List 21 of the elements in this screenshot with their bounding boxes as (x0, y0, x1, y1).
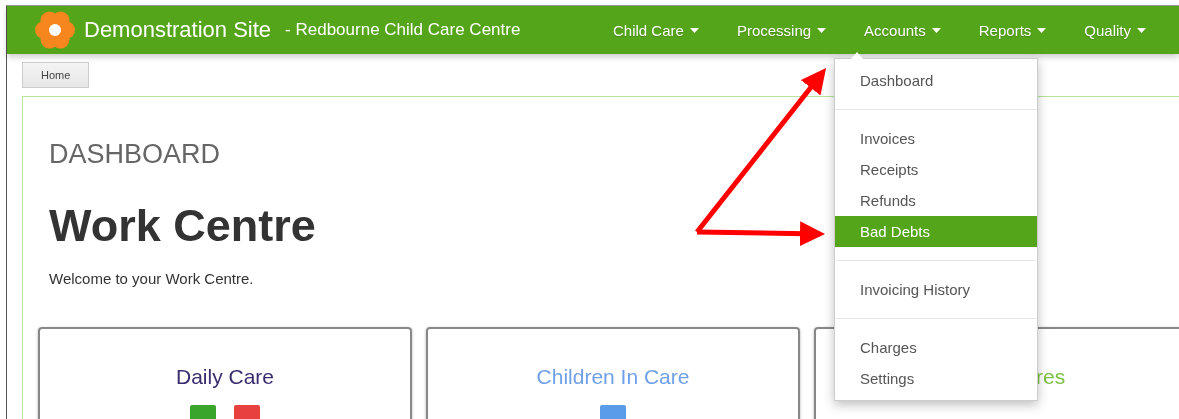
caret-icon (1137, 27, 1146, 33)
card-title: Daily Care (176, 365, 274, 389)
breadcrumb-item[interactable]: Home (22, 62, 90, 88)
caret-icon (817, 27, 827, 33)
flower-logo-icon (34, 9, 76, 51)
caret-icon (931, 27, 941, 33)
dropdown-item[interactable]: Charges (835, 332, 1037, 363)
dropdown-item[interactable]: Invoices (835, 123, 1037, 154)
dropdown-item[interactable]: Receipts (835, 154, 1037, 185)
dropdown-item[interactable]: Settings (835, 363, 1037, 394)
page-title: Work Centre (49, 200, 316, 252)
dropdown-item[interactable]: Refunds (835, 185, 1037, 216)
dashboard-card[interactable]: Daily Care (38, 327, 412, 419)
dropdown-item[interactable]: Invoicing History (835, 274, 1037, 305)
section-heading: DASHBOARD (49, 139, 221, 170)
caret-icon (1037, 27, 1047, 33)
caret-icon (689, 27, 699, 33)
welcome-text: Welcome to your Work Centre. (49, 270, 254, 287)
card-title: Children In Care (536, 365, 690, 389)
site-subtitle: - Redbourne Child Care Centre (285, 20, 521, 40)
dropdown-item[interactable]: Dashboard (835, 65, 1037, 96)
